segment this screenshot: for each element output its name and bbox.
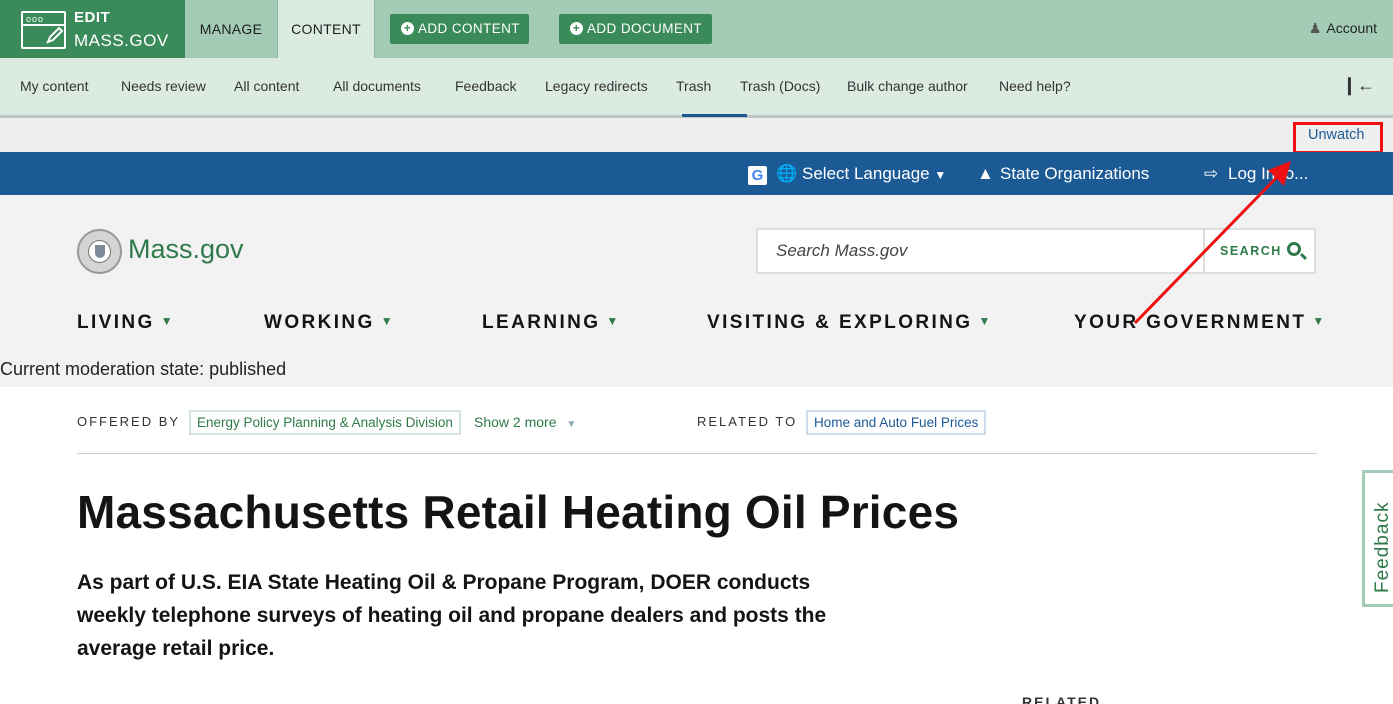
feedback-tab-label: Feedback [1372, 501, 1393, 593]
add-content-label: ADD CONTENT [418, 21, 520, 36]
offered-by-tag[interactable]: Energy Policy Planning & Analysis Divisi… [189, 410, 461, 435]
nav-your-government[interactable]: YOUR GOVERNMENT ▼ [1074, 312, 1327, 334]
tab-content[interactable]: CONTENT [277, 0, 375, 58]
divider [77, 453, 1317, 454]
utility-bar: G 🌐 Select Language ▼ ▲ State Organizati… [0, 152, 1393, 195]
subnav-need-help[interactable]: Need help? [999, 78, 1071, 94]
related-to-label: RELATED TO [697, 414, 798, 429]
google-translate-icon: G [748, 166, 767, 185]
search-input[interactable] [758, 230, 1205, 272]
chevron-down-icon: ▼ [978, 314, 993, 328]
select-language-button[interactable]: Select Language ▼ [802, 164, 946, 184]
site-search: SEARCH [756, 228, 1316, 274]
editor-logo-icon: ooo [21, 11, 66, 49]
account-label: Account [1326, 20, 1377, 36]
search-button-label: SEARCH [1220, 244, 1282, 258]
subnav-trash[interactable]: Trash [676, 78, 711, 94]
admin-toolbar: ooo EDIT MASS.GOV MANAGE CONTENT + ADD C… [0, 0, 1393, 58]
subnav-bulk-change-author[interactable]: Bulk change author [847, 78, 968, 94]
moderation-state-text: Current moderation state: published [0, 359, 287, 379]
log-in-link[interactable]: Log In to... [1228, 164, 1308, 184]
capitol-building-icon: ▲ [977, 164, 994, 183]
add-document-label: ADD DOCUMENT [587, 21, 703, 36]
nav-living-label: LIVING [77, 312, 155, 333]
related-to-tag[interactable]: Home and Auto Fuel Prices [806, 410, 987, 435]
add-content-button[interactable]: + ADD CONTENT [390, 14, 529, 44]
active-tab-indicator [682, 114, 747, 117]
subnav-all-content[interactable]: All content [234, 78, 299, 94]
content-subnav: My content Needs review All content All … [0, 58, 1393, 118]
account-menu[interactable]: ♟ Account [1309, 20, 1377, 37]
globe-icon: 🌐 [776, 164, 798, 183]
offered-by-label: OFFERED BY [77, 414, 181, 429]
watch-bar [0, 118, 1393, 152]
related-heading: RELATED [1022, 694, 1102, 704]
nav-visiting-label: VISITING & EXPLORING [707, 312, 973, 333]
edit-massgov-home-link[interactable]: ooo EDIT MASS.GOV [0, 0, 185, 58]
nav-learning-label: LEARNING [482, 312, 601, 333]
subnav-feedback[interactable]: Feedback [455, 78, 516, 94]
annotation-highlight-box [1293, 122, 1383, 154]
subnav-needs-review[interactable]: Needs review [121, 78, 206, 94]
nav-learning[interactable]: LEARNING ▼ [482, 312, 621, 334]
nav-working[interactable]: WORKING ▼ [264, 312, 395, 334]
subnav-my-content[interactable]: My content [20, 78, 88, 94]
nav-working-label: WORKING [264, 312, 375, 333]
search-button[interactable]: SEARCH [1207, 230, 1314, 272]
site-logo-text[interactable]: Mass.gov [128, 234, 244, 265]
subnav-trash-docs[interactable]: Trash (Docs) [740, 78, 820, 94]
chevron-down-icon: ▼ [1312, 314, 1327, 328]
login-icon: ⇨ [1204, 164, 1219, 183]
subnav-legacy-redirects[interactable]: Legacy redirects [545, 78, 648, 94]
chevron-down-icon: ▼ [160, 314, 176, 328]
select-language-label: Select Language [802, 164, 930, 183]
show-more-label: Show 2 more [474, 414, 557, 430]
brand-line-1: EDIT [74, 9, 111, 26]
collapse-toolbar-icon[interactable]: ❙← [1342, 75, 1375, 96]
plus-circle-icon: + [401, 22, 414, 35]
add-document-button[interactable]: + ADD DOCUMENT [559, 14, 712, 44]
nav-government-label: YOUR GOVERNMENT [1074, 312, 1307, 333]
show-more-toggle[interactable]: Show 2 more ▼ [474, 414, 576, 430]
chevron-down-icon: ▼ [934, 168, 947, 182]
nav-living[interactable]: LIVING ▼ [77, 312, 175, 334]
chevron-down-icon: ▼ [606, 314, 621, 328]
page-title: Massachusetts Retail Heating Oil Prices [77, 486, 960, 538]
feedback-tab[interactable]: Feedback [1362, 470, 1393, 607]
nav-visiting-exploring[interactable]: VISITING & EXPLORING ▼ [707, 312, 993, 334]
tab-manage[interactable]: MANAGE [185, 0, 277, 58]
plus-circle-icon: + [570, 22, 583, 35]
page-lede: As part of U.S. EIA State Heating Oil & … [77, 571, 827, 660]
massachusetts-seal-icon[interactable] [77, 229, 122, 274]
chevron-down-icon: ▼ [380, 314, 396, 328]
chevron-down-icon: ▼ [566, 419, 577, 430]
subnav-all-documents[interactable]: All documents [333, 78, 421, 94]
person-icon: ♟ [1308, 20, 1322, 36]
state-organizations-link[interactable]: State Organizations [1000, 164, 1149, 184]
brand-line-2: MASS.GOV [74, 31, 169, 50]
search-icon [1287, 242, 1301, 256]
